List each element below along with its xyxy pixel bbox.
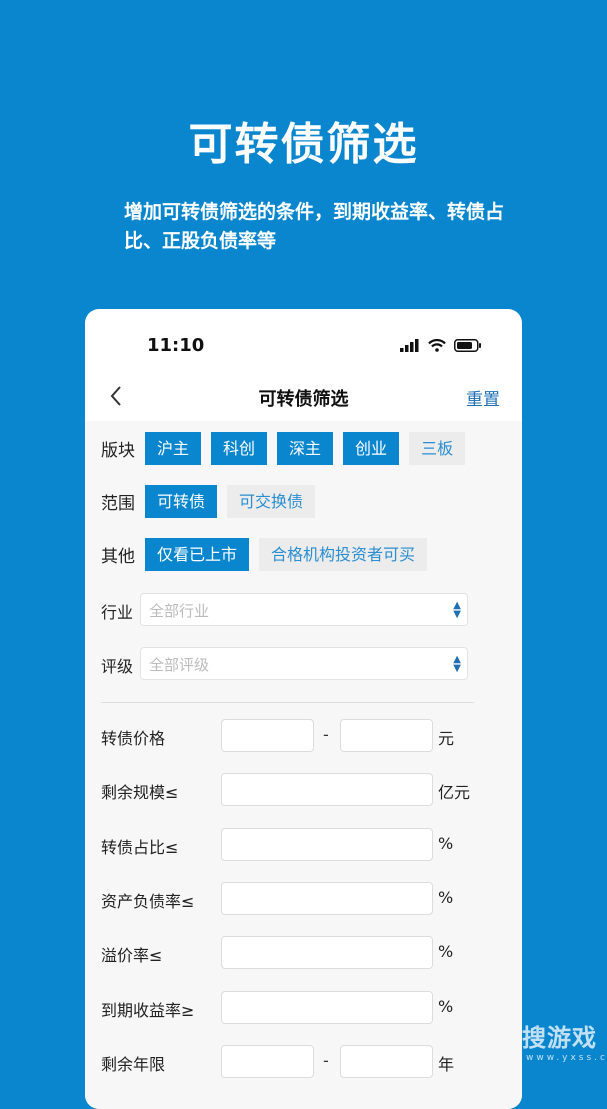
term-label: 剩余年限 (101, 1055, 166, 1074)
ratio-unit: % (438, 834, 454, 853)
term-unit: 年 (438, 1055, 455, 1074)
debt-input[interactable] (221, 882, 433, 915)
rating-placeholder: 全部评级 (149, 656, 210, 674)
status-bar: 11:10 (85, 309, 522, 379)
filter-chip[interactable]: 科创 (211, 432, 268, 465)
term-row: 剩余年限 - 年 (85, 1045, 522, 1081)
reset-button[interactable]: 重置 (466, 385, 500, 410)
range-dash: - (323, 1051, 329, 1070)
wifi-icon (428, 337, 446, 356)
page-title: 可转债筛选 (258, 389, 349, 410)
filter-chip[interactable]: 可交换债 (227, 485, 316, 518)
price-max-input[interactable] (340, 719, 433, 752)
scope-chips: 可转债 可交换债 (145, 485, 316, 518)
other-label: 其他 (101, 547, 135, 567)
hero-title: 可转债筛选 (188, 119, 419, 170)
other-row: 其他 仅看已上市 合格机构投资者可买 (101, 538, 428, 571)
signal-icon (400, 337, 420, 356)
filter-chip[interactable]: 深主 (277, 432, 334, 465)
premium-input[interactable] (221, 936, 433, 969)
industry-placeholder: 全部行业 (149, 602, 210, 620)
debt-label: 资产负债率≤ (101, 892, 195, 911)
filter-panel: 版块 沪主 科创 深主 创业 三板 范围 可转债 可交换债 其他 仅看已上市 合格机构投资者… (85, 421, 522, 1109)
term-min-input[interactable] (221, 1045, 314, 1078)
ytm-row: 到期收益率≥ % (85, 991, 522, 1027)
sector-chips: 沪主 科创 深主 创业 三板 (145, 432, 466, 465)
filter-chip[interactable]: 可转债 (145, 485, 218, 518)
filter-chip[interactable]: 创业 (343, 432, 400, 465)
sector-label: 版块 (101, 441, 135, 461)
watermark-sub: www.yxss.com (526, 1053, 607, 1063)
filter-chip[interactable]: 合格机构投资者可买 (259, 538, 428, 571)
price-unit: 元 (438, 729, 455, 748)
ratio-row: 转债占比≤ % (85, 828, 522, 864)
scale-unit: 亿元 (438, 783, 471, 802)
premium-label: 溢价率≤ (101, 946, 163, 965)
price-row: 转债价格 - 元 (85, 719, 522, 755)
price-label: 转债价格 (101, 729, 166, 748)
debt-unit: % (438, 888, 454, 907)
battery-icon (454, 337, 482, 356)
filter-chip[interactable]: 仅看已上市 (145, 538, 250, 571)
price-min-input[interactable] (221, 719, 314, 752)
rating-label: 评级 (101, 657, 134, 676)
premium-unit: % (438, 942, 454, 961)
premium-row: 溢价率≤ % (85, 936, 522, 972)
other-chips: 仅看已上市 合格机构投资者可买 (145, 538, 428, 571)
industry-select[interactable]: 全部行业 ▲ ▼ (140, 593, 468, 626)
filter-chip[interactable]: 三板 (409, 432, 466, 465)
watermark-logo: 搜游戏 www.yxss.com (522, 1018, 607, 1063)
filter-chip[interactable]: 沪主 (145, 432, 202, 465)
updown-arrow-icon: ▲ ▼ (453, 654, 461, 674)
watermark-main: 搜游戏 (522, 1024, 597, 1052)
scope-row: 范围 可转债 可交换债 (101, 485, 316, 518)
ratio-input[interactable] (221, 828, 433, 861)
scale-label: 剩余规模≤ (101, 783, 179, 802)
scale-input[interactable] (221, 773, 433, 806)
ytm-label: 到期收益率≥ (101, 1001, 195, 1020)
scope-label: 范围 (101, 494, 135, 514)
sector-row: 版块 沪主 科创 深主 创业 三板 (101, 432, 466, 465)
updown-arrow-icon: ▲ ▼ (453, 600, 461, 620)
status-time: 11:10 (147, 335, 205, 356)
range-dash: - (323, 725, 329, 744)
hero-subtitle: 增加可转债筛选的条件，到期收益率、转债占比、正股负债率等 (124, 201, 505, 252)
rating-select[interactable]: 全部评级 ▲ ▼ (140, 647, 468, 680)
divider (101, 702, 474, 703)
industry-label: 行业 (101, 603, 134, 622)
phone-screen: 11:10 可转债筛选 重置 版块 沪主 科创 深主 创业 三板 范围 可转债 … (85, 309, 522, 1109)
term-max-input[interactable] (340, 1045, 433, 1078)
ytm-unit: % (438, 997, 454, 1016)
debt-row: 资产负债率≤ % (85, 882, 522, 918)
scale-row: 剩余规模≤ 亿元 (85, 773, 522, 809)
ytm-input[interactable] (221, 991, 433, 1024)
ratio-label: 转债占比≤ (101, 838, 179, 857)
